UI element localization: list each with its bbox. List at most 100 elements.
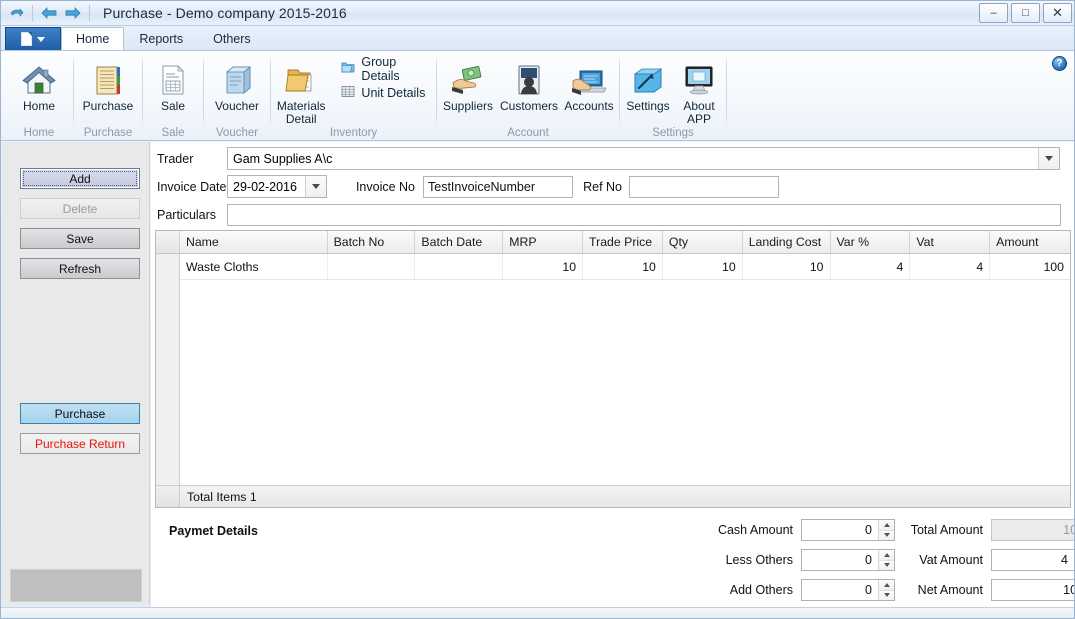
folder-documents-icon xyxy=(284,57,318,97)
add-others-label: Add Others xyxy=(691,583,801,597)
close-button[interactable]: ✕ xyxy=(1043,3,1072,23)
ribbon-group-purchase-label: Purchase xyxy=(74,127,142,139)
net-amount-label: Net Amount xyxy=(895,583,991,597)
trader-value: Gam Supplies A\c xyxy=(233,152,332,166)
ribbon-group-sale-label: Sale xyxy=(143,127,203,139)
back-arrow-icon[interactable] xyxy=(38,3,60,23)
quick-access-toolbar xyxy=(1,3,93,23)
ribbon-button-purchase-label: Purchase xyxy=(83,100,134,113)
ribbon-button-group-details[interactable]: Group Details xyxy=(337,59,436,78)
ribbon-button-sale[interactable]: Sale xyxy=(142,55,204,113)
ribbon-button-materials-detail[interactable]: Materials Detail xyxy=(271,55,331,125)
particulars-row: Particulars xyxy=(157,204,1061,226)
grid-col-amount[interactable]: Amount xyxy=(990,231,1070,253)
application-window: Purchase - Demo company 2015-2016 – □ ✕ … xyxy=(0,0,1075,619)
ribbon-button-suppliers-label: Suppliers xyxy=(443,100,493,113)
invoice-no-input[interactable]: TestInvoiceNumber xyxy=(423,176,573,198)
stepper-down-icon[interactable] xyxy=(879,591,894,601)
stepper-down-icon[interactable] xyxy=(879,531,894,541)
table-row[interactable]: Waste Cloths 10 10 10 10 4 4 100 xyxy=(156,254,1070,280)
ribbon-button-voucher[interactable]: Voucher xyxy=(206,55,268,113)
ribbon-tab-strip: Home Reports Others xyxy=(1,26,1075,51)
help-icon[interactable]: ? xyxy=(1052,56,1067,71)
purchase-mode-button[interactable]: Purchase xyxy=(20,403,140,424)
total-items-label: Total Items 1 xyxy=(180,490,257,504)
grid-col-trade-price[interactable]: Trade Price xyxy=(583,231,663,253)
tab-others[interactable]: Others xyxy=(198,27,266,50)
qat-separator xyxy=(32,5,33,21)
ribbon-button-about-line2: APP xyxy=(687,112,711,126)
vat-amount-input[interactable]: 4 xyxy=(991,549,1075,571)
ribbon-button-group-details-label: Group Details xyxy=(361,55,432,83)
grid-col-vat[interactable]: Vat xyxy=(910,231,990,253)
undo-icon[interactable] xyxy=(5,3,27,23)
grid-col-name[interactable]: Name xyxy=(180,231,328,253)
cell-amount: 100 xyxy=(990,254,1070,279)
delete-button[interactable]: Delete xyxy=(20,198,140,219)
stepper-up-icon[interactable] xyxy=(879,580,894,591)
ribbon-button-materials-line2: Detail xyxy=(286,112,317,126)
ribbon-button-about-app[interactable]: About APP xyxy=(674,55,724,125)
ribbon: Home Home xyxy=(1,51,1075,141)
ribbon-button-suppliers[interactable]: Suppliers xyxy=(438,55,498,113)
particulars-label: Particulars xyxy=(157,208,227,222)
purchase-return-button[interactable]: Purchase Return xyxy=(20,433,140,454)
chevron-down-icon xyxy=(1045,156,1053,161)
less-others-value: 0 xyxy=(865,553,872,567)
add-button-label: Add xyxy=(69,172,90,186)
less-others-stepper[interactable] xyxy=(878,550,894,570)
ribbon-group-home-label: Home xyxy=(5,127,73,139)
ribbon-button-accounts[interactable]: Accounts xyxy=(560,55,618,113)
particulars-input[interactable] xyxy=(227,204,1061,226)
stepper-down-icon[interactable] xyxy=(879,561,894,571)
grid-col-var-pct[interactable]: Var % xyxy=(831,231,911,253)
ref-no-label: Ref No xyxy=(573,180,629,194)
accounts-laptop-icon xyxy=(571,57,607,97)
forward-arrow-icon[interactable] xyxy=(62,3,84,23)
trader-label: Trader xyxy=(157,152,227,166)
file-menu-button[interactable] xyxy=(5,27,61,50)
add-others-input[interactable]: 0 xyxy=(801,579,895,601)
grid-select-all-header[interactable] xyxy=(156,231,180,253)
stepper-up-icon[interactable] xyxy=(879,520,894,531)
grid-col-batch-date[interactable]: Batch Date xyxy=(415,231,503,253)
net-amount-field: 104 xyxy=(991,579,1075,601)
minimize-button[interactable]: – xyxy=(979,3,1008,23)
tab-home[interactable]: Home xyxy=(61,27,124,50)
tab-reports[interactable]: Reports xyxy=(124,27,198,50)
grid-col-mrp[interactable]: MRP xyxy=(503,231,583,253)
grid-col-landing-cost[interactable]: Landing Cost xyxy=(743,231,831,253)
grid-col-batch-no[interactable]: Batch No xyxy=(328,231,416,253)
invoice-row: Invoice Date 29-02-2016 Invoice No TestI… xyxy=(157,175,779,198)
save-button[interactable]: Save xyxy=(20,228,140,249)
ref-no-input[interactable] xyxy=(629,176,779,198)
stepper-up-icon[interactable] xyxy=(879,550,894,561)
trader-dropdown-arrow[interactable] xyxy=(1038,148,1059,169)
invoice-date-picker[interactable]: 29-02-2016 xyxy=(227,175,327,198)
grid-col-qty[interactable]: Qty xyxy=(663,231,743,253)
ledger-book-icon xyxy=(91,57,125,97)
trader-combo[interactable]: Gam Supplies A\c xyxy=(227,147,1060,170)
add-others-stepper[interactable] xyxy=(878,580,894,600)
invoice-date-dropdown-arrow[interactable] xyxy=(305,176,326,197)
cash-amount-input[interactable]: 0 xyxy=(801,519,895,541)
left-panel-filler xyxy=(10,569,142,602)
ribbon-button-home[interactable]: Home xyxy=(8,55,70,113)
add-button[interactable]: Add xyxy=(20,168,140,189)
ribbon-button-sale-label: Sale xyxy=(161,100,185,113)
ribbon-button-unit-details[interactable]: Unit Details xyxy=(337,83,436,102)
money-hand-icon xyxy=(450,57,486,97)
chevron-down-icon xyxy=(37,37,45,42)
qat-separator-2 xyxy=(89,5,90,21)
cell-landing-cost: 10 xyxy=(743,254,831,279)
group-folder-icon xyxy=(341,61,355,77)
maximize-button[interactable]: □ xyxy=(1011,3,1040,23)
ribbon-button-settings-label: Settings xyxy=(626,100,669,113)
less-others-input[interactable]: 0 xyxy=(801,549,895,571)
cell-mrp: 10 xyxy=(503,254,583,279)
ribbon-button-settings[interactable]: Settings xyxy=(622,55,674,113)
cash-amount-stepper[interactable] xyxy=(878,520,894,540)
ribbon-button-customers[interactable]: Customers xyxy=(498,55,560,113)
ribbon-button-purchase[interactable]: Purchase xyxy=(77,55,139,113)
refresh-button[interactable]: Refresh xyxy=(20,258,140,279)
